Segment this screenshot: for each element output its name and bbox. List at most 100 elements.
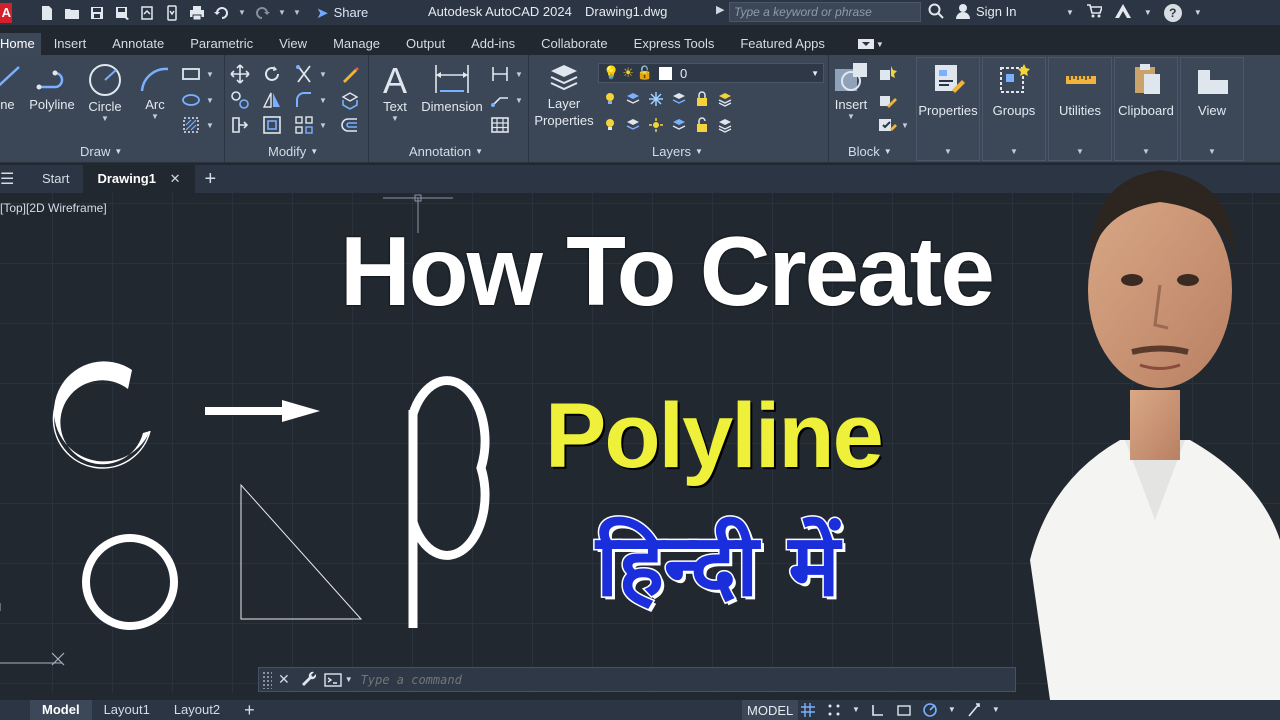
tab-manage[interactable]: Manage <box>320 33 393 55</box>
tab-collaborate[interactable]: Collaborate <box>528 33 621 55</box>
tab-insert[interactable]: Insert <box>41 33 100 55</box>
sign-in-button[interactable]: Sign In <box>955 3 1016 19</box>
isodraft-icon[interactable] <box>966 702 982 718</box>
model-space-button[interactable]: MODEL <box>742 700 799 720</box>
edit-attributes-dropdown-icon[interactable]: ▼ <box>901 121 909 130</box>
search-icon[interactable] <box>928 3 944 19</box>
close-tab-icon[interactable]: ✕ <box>170 171 181 186</box>
scale-icon[interactable] <box>262 115 282 135</box>
rectangle-icon[interactable] <box>181 64 201 84</box>
polar-tracking-icon[interactable] <box>922 702 938 718</box>
help-icon[interactable]: ? <box>1163 3 1182 22</box>
layers-panel-title[interactable]: Layers ▼ <box>652 144 703 159</box>
modify-panel-title[interactable]: Modify ▼ <box>268 144 318 159</box>
block-panel-title[interactable]: Block ▼ <box>848 144 892 159</box>
autodesk-app-icon[interactable] <box>1114 3 1132 22</box>
text-dropdown-icon[interactable]: ▼ <box>376 114 414 123</box>
circle-dropdown-icon[interactable]: ▼ <box>84 114 126 123</box>
save-as-icon[interactable] <box>113 4 131 22</box>
tab-featured-apps[interactable]: Featured Apps <box>727 33 838 55</box>
dimension-button[interactable]: Dimension <box>420 63 484 114</box>
redo-dropdown-icon[interactable]: ▼ <box>278 8 286 17</box>
tab-layout1[interactable]: Layout1 <box>92 700 162 720</box>
layer-freeze-icon[interactable] <box>648 91 664 107</box>
hamburger-menu-icon[interactable]: ☰ <box>0 169 18 189</box>
layer-unlock-icon[interactable] <box>694 117 710 133</box>
edit-attributes-icon[interactable] <box>877 115 897 135</box>
tab-home[interactable]: Home <box>0 33 41 55</box>
tab-layout2[interactable]: Layout2 <box>162 700 232 720</box>
help-dropdown-icon[interactable]: ▼ <box>1194 8 1202 17</box>
draw-panel-expand-icon[interactable]: ▼ <box>114 147 122 156</box>
linear-dimension-icon[interactable] <box>490 64 510 84</box>
redo-icon[interactable] <box>253 4 271 22</box>
fillet-icon[interactable] <box>294 90 314 110</box>
share-button[interactable]: ➤ Share <box>316 4 368 22</box>
annotation-panel-title[interactable]: Annotation ▼ <box>409 144 483 159</box>
table-icon[interactable] <box>490 115 510 135</box>
sign-in-dropdown-icon[interactable]: ▼ <box>1066 8 1074 17</box>
tab-output[interactable]: Output <box>393 33 458 55</box>
fillet-dropdown-icon[interactable]: ▼ <box>319 96 327 105</box>
create-block-icon[interactable] <box>877 64 897 84</box>
layer-change-icon[interactable] <box>717 117 733 133</box>
stretch-icon[interactable] <box>230 115 250 135</box>
tab-parametric[interactable]: Parametric <box>177 33 266 55</box>
erase-icon[interactable] <box>340 64 360 84</box>
snap-icon[interactable] <box>826 702 842 718</box>
layer-unlock-all-icon[interactable] <box>671 117 687 133</box>
polar-dropdown-icon[interactable]: ▼ <box>948 702 956 718</box>
tab-express-tools[interactable]: Express Tools <box>621 33 728 55</box>
explode-icon[interactable] <box>340 90 360 110</box>
copy-icon[interactable] <box>230 90 250 110</box>
tab-drawing1[interactable]: Drawing1 ✕ <box>83 165 195 193</box>
rectangle-dropdown-icon[interactable]: ▼ <box>206 70 214 79</box>
undo-icon[interactable] <box>213 4 231 22</box>
ribbon-minimize-icon[interactable]: ▼ <box>857 39 884 49</box>
open-web-mobile-icon[interactable] <box>138 4 156 22</box>
block-panel-expand-icon[interactable]: ▼ <box>884 147 892 156</box>
ortho-icon[interactable] <box>870 702 886 718</box>
app-dropdown-icon[interactable]: ▼ <box>1144 8 1152 17</box>
annotation-panel-expand-icon[interactable]: ▼ <box>475 147 483 156</box>
offset-icon[interactable] <box>340 115 360 135</box>
insert-dropdown-icon[interactable]: ▼ <box>832 112 870 121</box>
ellipse-icon[interactable] <box>181 90 201 110</box>
polyline-button[interactable]: Polyline <box>28 63 76 112</box>
save-web-mobile-icon[interactable] <box>163 4 181 22</box>
close-icon[interactable]: ✕ <box>278 671 290 688</box>
trim-icon[interactable] <box>294 64 314 84</box>
snap-dropdown-icon[interactable]: ▼ <box>852 702 860 718</box>
insert-button[interactable]: Insert ▼ <box>832 61 870 121</box>
layer-off-2-icon[interactable] <box>671 91 687 107</box>
layer-properties-button[interactable]: Layer Properties <box>533 61 595 129</box>
wrench-icon[interactable] <box>300 670 316 689</box>
dynamic-input-icon[interactable] <box>896 702 912 718</box>
tab-add-ins[interactable]: Add-ins <box>458 33 528 55</box>
hatch-dropdown-icon[interactable]: ▼ <box>206 121 214 130</box>
add-layout-button[interactable]: + <box>232 700 267 720</box>
plot-icon[interactable] <box>188 4 206 22</box>
layers-panel-expand-icon[interactable]: ▼ <box>695 147 703 156</box>
tab-view[interactable]: View <box>266 33 320 55</box>
ellipse-dropdown-icon[interactable]: ▼ <box>206 96 214 105</box>
draw-panel-title[interactable]: Draw ▼ <box>80 144 122 159</box>
arc-dropdown-icon[interactable]: ▼ <box>136 112 174 121</box>
command-line-grip[interactable] <box>262 670 272 689</box>
modify-panel-expand-icon[interactable]: ▼ <box>310 147 318 156</box>
line-button[interactable]: ine <box>0 63 26 112</box>
circle-button[interactable]: Circle ▼ <box>84 63 126 123</box>
search-input[interactable]: Type a keyword or phrase <box>729 2 921 22</box>
isodraft-dropdown-icon[interactable]: ▼ <box>992 702 1000 718</box>
layer-dropdown[interactable]: 💡 ☀ 🔓 0 ▼ <box>598 63 824 83</box>
recent-commands-button[interactable]: ▼ <box>324 672 353 687</box>
tab-model[interactable]: Model <box>30 700 92 720</box>
customize-qat-icon[interactable]: ▼ <box>293 8 301 17</box>
mirror-icon[interactable] <box>262 90 282 110</box>
layer-on-icon[interactable] <box>602 117 618 133</box>
chevron-right-icon[interactable]: ▶ <box>716 3 724 16</box>
command-input[interactable] <box>360 672 961 687</box>
text-button[interactable]: A Text ▼ <box>376 61 414 123</box>
undo-dropdown-icon[interactable]: ▼ <box>238 8 246 17</box>
new-tab-button[interactable]: + <box>195 168 227 191</box>
